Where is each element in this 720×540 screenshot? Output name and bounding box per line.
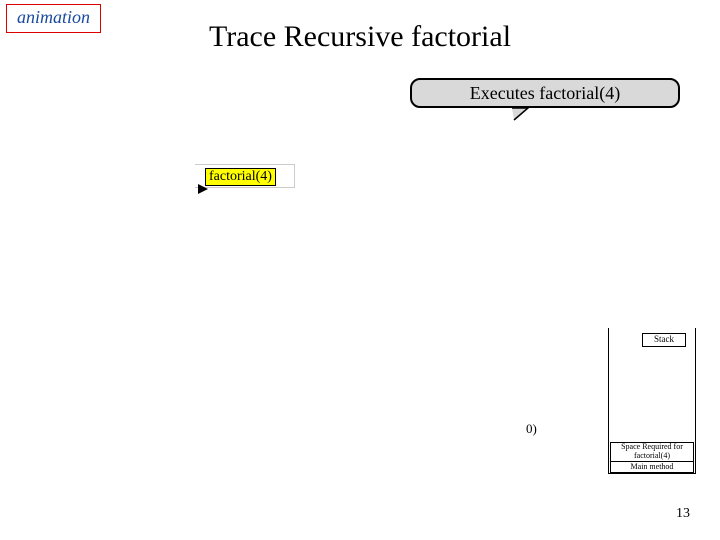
stray-fragment-text: 0) [526, 421, 537, 437]
stack-frame-factorial4-label: Space Required for factorial(4) [611, 443, 693, 461]
arrow-fragment-icon [198, 184, 218, 196]
stack-frame-main: Main method [610, 461, 694, 473]
stack-bottom [608, 473, 696, 474]
page-number: 13 [676, 506, 690, 522]
stack-wall-right [695, 328, 696, 474]
callout-box: Executes factorial(4) [410, 78, 680, 108]
stack-title-box: Stack [642, 333, 686, 347]
slide-title: Trace Recursive factorial [0, 20, 720, 54]
stack-wall-left [608, 328, 609, 474]
stack-frame-main-label: Main method [631, 463, 674, 472]
callout-text: Executes factorial(4) [470, 83, 620, 104]
stack-title: Stack [654, 335, 674, 345]
stack-frame-factorial4: Space Required for factorial(4) [610, 442, 694, 462]
callout-tail-icon [510, 106, 550, 126]
factorial-call-label: factorial(4) [209, 169, 272, 184]
